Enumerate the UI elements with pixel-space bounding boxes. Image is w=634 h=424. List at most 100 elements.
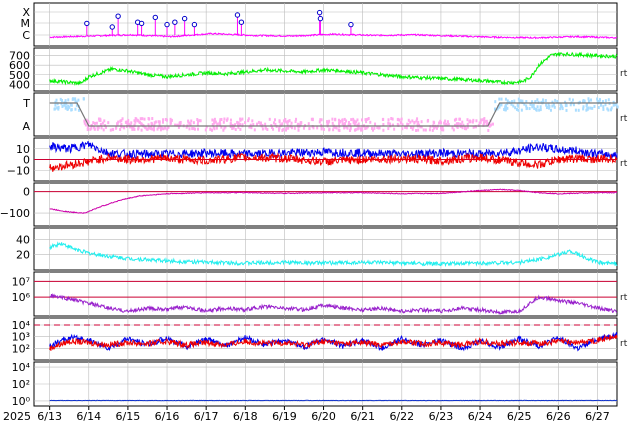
sector-dot bbox=[513, 99, 516, 103]
sector-dot bbox=[82, 97, 85, 101]
panel-frame bbox=[33, 2, 618, 47]
x-tick-label: 6/27 bbox=[585, 410, 610, 423]
flare-marker bbox=[84, 20, 90, 27]
sector-dot bbox=[542, 98, 545, 102]
sector-dot bbox=[525, 104, 528, 108]
flare-marker bbox=[191, 21, 198, 28]
sector-dot bbox=[491, 122, 494, 126]
sector-dot bbox=[307, 122, 310, 126]
sector-dot bbox=[213, 117, 216, 121]
sector-dot bbox=[373, 126, 376, 130]
sector-dot bbox=[485, 119, 488, 123]
sector-dot bbox=[337, 128, 340, 132]
panel-imf_sector: TArt bbox=[22, 92, 628, 137]
sector-dot bbox=[604, 99, 607, 103]
sector-dot bbox=[239, 117, 242, 121]
y-tick-label: 10⁶ bbox=[12, 291, 31, 304]
sector-dot bbox=[268, 117, 271, 121]
sector-dot bbox=[551, 104, 554, 108]
sector-dot bbox=[504, 97, 507, 101]
sector-dot bbox=[382, 117, 385, 121]
sector-dot bbox=[197, 127, 200, 131]
sector-dot bbox=[277, 127, 280, 131]
sector-dot bbox=[478, 121, 481, 125]
y-tick-label: 10⁴ bbox=[12, 361, 31, 374]
sector-dot bbox=[417, 120, 420, 124]
flare-marker bbox=[115, 13, 121, 19]
sector-dot bbox=[475, 119, 478, 123]
sector-dot bbox=[150, 121, 153, 125]
sector-dot bbox=[409, 120, 412, 124]
sector-dot bbox=[461, 120, 464, 124]
sector-dot bbox=[439, 119, 442, 123]
sector-dot bbox=[391, 117, 394, 121]
sector-dot bbox=[512, 104, 515, 108]
sector-dot bbox=[378, 126, 381, 130]
sector-dot bbox=[616, 105, 619, 109]
sector-dot bbox=[607, 108, 610, 112]
sector-dot bbox=[97, 126, 100, 130]
sector-dot bbox=[198, 119, 201, 123]
sector-dot bbox=[284, 117, 287, 121]
sector-dot bbox=[331, 121, 334, 125]
sector-dot bbox=[535, 108, 538, 112]
sector-dot bbox=[591, 106, 594, 110]
panel-right-label: rt bbox=[620, 159, 628, 169]
sector-dot bbox=[424, 128, 427, 132]
flare-marker bbox=[234, 12, 241, 18]
sector-dot bbox=[515, 107, 518, 111]
sector-dot bbox=[602, 107, 605, 111]
sector-dot bbox=[413, 121, 416, 125]
sector-dot bbox=[204, 128, 207, 132]
sector-dot bbox=[568, 97, 571, 101]
y-tick-label: T bbox=[22, 97, 30, 110]
sector-dot bbox=[159, 128, 162, 132]
sector-dot bbox=[482, 121, 485, 125]
sector-dot bbox=[158, 121, 161, 125]
sector-dot bbox=[415, 128, 418, 132]
sector-dot bbox=[137, 127, 140, 131]
sector-dot bbox=[539, 105, 542, 109]
sector-dot bbox=[536, 105, 539, 109]
sector-dot bbox=[533, 106, 536, 110]
sector-dot bbox=[612, 103, 615, 107]
sector-dot bbox=[354, 128, 357, 132]
sector-dot bbox=[577, 108, 580, 112]
sector-dot bbox=[229, 118, 232, 122]
sector-dot bbox=[487, 128, 490, 132]
sector-dot bbox=[192, 121, 195, 125]
sector-dot bbox=[97, 117, 100, 121]
sector-dot bbox=[133, 127, 136, 131]
sector-dot bbox=[222, 128, 225, 132]
sector-dot bbox=[140, 128, 143, 132]
sector-dot bbox=[244, 121, 247, 125]
sector-dot bbox=[316, 126, 319, 130]
sector-dot bbox=[295, 117, 298, 121]
sector-dot bbox=[261, 127, 264, 131]
sector-dot bbox=[312, 126, 315, 130]
panel-right-label: rt bbox=[620, 293, 628, 303]
panel-frame bbox=[33, 227, 618, 271]
sector-dot bbox=[53, 107, 56, 111]
sector-dot bbox=[327, 121, 330, 125]
sector-dot bbox=[420, 120, 423, 124]
sector-dot bbox=[587, 97, 590, 101]
sector-dot bbox=[148, 117, 151, 121]
sector-dot bbox=[528, 107, 531, 111]
sector-dot bbox=[433, 126, 436, 130]
sector-dot bbox=[374, 122, 377, 126]
sector-dot bbox=[599, 103, 602, 107]
x-axis-year-label: 2025 bbox=[3, 410, 31, 423]
sector-dot bbox=[343, 122, 346, 126]
y-tick-label: 10⁷ bbox=[12, 275, 30, 288]
sector-dot bbox=[582, 107, 585, 111]
x-tick-label: 6/13 bbox=[37, 410, 62, 423]
sector-dot bbox=[451, 126, 454, 130]
sector-dot bbox=[178, 121, 181, 125]
x-tick-label: 6/14 bbox=[76, 410, 101, 423]
x-tick-label: 6/17 bbox=[194, 410, 219, 423]
y-tick-label: −100 bbox=[0, 207, 30, 220]
sector-dot bbox=[572, 103, 575, 107]
space-weather-dashboard: X M C 700 600 500 400 rt T Art 10 0 −10 rt 0 −100 40 20 10… bbox=[0, 0, 634, 424]
sector-dot bbox=[95, 121, 98, 125]
